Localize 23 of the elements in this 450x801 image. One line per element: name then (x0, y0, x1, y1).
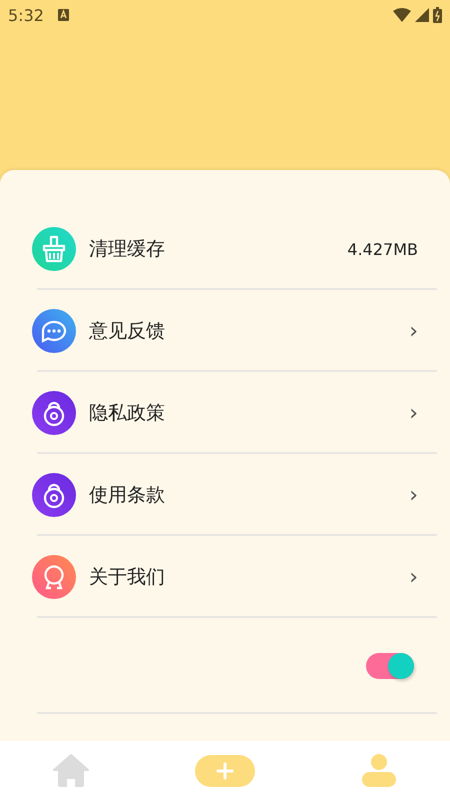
wifi-icon (393, 8, 411, 22)
menu-label[interactable]: 隐私政策 (89, 400, 165, 426)
battery-icon (433, 7, 442, 23)
menu-label[interactable]: 关于我们 (89, 564, 165, 590)
ribbon-badge-icon (32, 555, 76, 599)
add-button[interactable] (195, 755, 255, 787)
padlock-icon (32, 473, 76, 517)
chevron-icon[interactable]: › (409, 482, 418, 508)
keyboard-icon (58, 9, 69, 21)
padlock-icon (32, 391, 76, 435)
chevron-icon[interactable]: › (409, 400, 418, 426)
chevron-icon[interactable]: › (409, 564, 418, 590)
menu-label[interactable]: 意见反馈 (89, 318, 165, 344)
signal-icon (415, 8, 429, 22)
menu-label[interactable]: 清理缓存 (89, 236, 165, 262)
toggle-switch[interactable] (366, 653, 414, 679)
chat-bubble-icon (32, 309, 76, 353)
status-time: 5:32 (8, 6, 44, 24)
home-tab[interactable] (53, 753, 89, 789)
menu-label[interactable]: 使用条款 (89, 482, 165, 508)
chevron-icon[interactable]: › (409, 318, 418, 344)
cache-size: 4.427MB (347, 240, 418, 258)
profile-tab[interactable] (361, 753, 397, 789)
